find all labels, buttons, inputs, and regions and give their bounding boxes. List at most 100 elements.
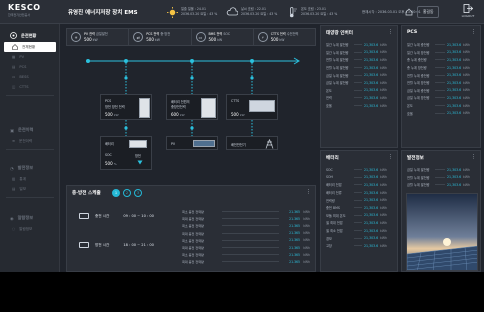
value-label: 금일 누계 충전량 — [407, 88, 430, 93]
sidebar: 운전현황 전체현황 ▦ PV ▤ PCS ▭ BESS ◫ CTTS ▣ 운전이력 ≡ 운… — [0, 24, 60, 272]
panel-title: 태양광 인버터 — [326, 31, 353, 36]
chart-icon: ◔ — [10, 165, 14, 171]
value-number: 21,303.6 — [364, 182, 379, 187]
value-unit: kWh — [380, 213, 388, 218]
sidebar-group-header[interactable]: ◉ 알람정보 — [0, 212, 60, 224]
logout-button[interactable]: LOGOUT — [459, 4, 477, 21]
schedule-tab-1[interactable]: 1 — [112, 189, 120, 197]
value-row: 총 누계 방전량 21,303.6 kWh — [407, 64, 470, 72]
bess-node[interactable]: 배터리 전원의 충방전전력 600 kW — [166, 94, 218, 120]
value-number: 21,303.6 — [364, 220, 379, 225]
schedule-tab-2[interactable]: 2 — [123, 189, 131, 197]
sidebar-group-header[interactable]: 운전현황 — [0, 30, 60, 42]
metric-title: BMS 전력 — [208, 31, 223, 36]
more-menu-icon[interactable]: ⋮ — [471, 154, 476, 160]
status-row: 최소 충전 전력량 21.365 kWh — [182, 208, 310, 215]
sidebar-item-overview[interactable]: 전체현황 — [4, 42, 56, 52]
pcs-node[interactable]: PCS 방전 방전 전력 500 kW — [100, 94, 152, 120]
value-label: SOH — [326, 175, 333, 180]
leader-line — [354, 51, 362, 53]
grid-node[interactable]: 배전반전기 — [226, 136, 278, 150]
value-unit: kWh — [380, 95, 388, 100]
value-row: 일간 누계 방전량 21,303.6 kWh — [407, 49, 470, 57]
schedule-tab-3[interactable]: 3 — [134, 189, 142, 197]
leader-line — [435, 89, 445, 91]
leader-line — [435, 59, 445, 61]
battery-node[interactable]: 배터리 SOC 방전 500 % — [100, 136, 152, 170]
leader-line — [222, 254, 279, 256]
leader-line — [222, 261, 279, 263]
value-row: 충전 BMS 21,303.6 kWh — [326, 204, 387, 212]
value-unit: kWh — [463, 175, 471, 180]
sidebar-group-alarm: ◉ 알람정보 ◌ 알람정보 — [0, 212, 60, 234]
leader-line — [435, 67, 445, 69]
leader-line — [222, 218, 279, 220]
node-label: 배터리 — [105, 142, 114, 146]
weather-temperature: 온도 흐림 : 23.01 2036.03.20 요일 : 43 % — [286, 3, 337, 21]
sidebar-item-alarm[interactable]: ◌ 알람정보 — [0, 224, 60, 234]
value-row: 고장 21,303.6 kWh — [326, 242, 387, 250]
sidebar-group-generation: ◔ 발전정보 ▥ 통계 ▤ 일보 — [0, 162, 60, 201]
cloud-icon — [226, 6, 238, 18]
dashboard-icon — [10, 32, 17, 40]
schedule-time: 09 : 00 ~ 10 : 00 — [123, 214, 154, 218]
sidebar-group-header[interactable]: ▣ 운전이력 — [0, 124, 60, 136]
value-number: 21,303.6 — [364, 167, 379, 172]
value-row: 전월 누계 발전량 21,303.6 kWh — [407, 174, 470, 182]
generation-panel: 발전정보 ⋮ 금일 누계 발전량 21,303.6 kWh 전월 누계 발전량 21,3… — [401, 150, 481, 272]
node-label: 충방전전력 — [171, 105, 186, 109]
pv-node[interactable]: PV — [166, 136, 218, 150]
more-menu-icon[interactable]: ⋮ — [388, 29, 393, 35]
logout-label: LOGOUT — [461, 14, 475, 18]
value-label: 일간 누계 발전량 — [326, 50, 349, 55]
metric-pv: ☀ PV 전력 금일발전 500 kW — [67, 29, 130, 45]
value-label: 금일 누계 발전량 — [326, 81, 349, 86]
status-value: 21.365 — [289, 216, 300, 221]
home-icon[interactable] — [405, 8, 413, 17]
value-row: 효율 21,303.6 kWh — [407, 109, 470, 117]
value-number: 21,303.6 — [447, 95, 462, 100]
sidebar-item-bess[interactable]: ▭ BESS — [0, 72, 60, 82]
value-unit: kWh — [463, 65, 471, 70]
value-label: 온도 — [326, 88, 332, 93]
sidebar-item-pv[interactable]: ▦ PV — [0, 52, 60, 62]
pv-icon: ▦ — [12, 55, 16, 59]
node-value: 500 — [231, 112, 239, 117]
switchgear-icon — [249, 100, 275, 112]
sidebar-item-pcs[interactable]: ▤ PCS — [0, 62, 60, 72]
discharge-icon — [137, 160, 143, 166]
value-number: 21,303.6 — [364, 88, 379, 93]
value-row: 일간 누계 충전량 21,303.6 kWh — [407, 41, 470, 49]
node-label: 배전반전기 — [231, 143, 246, 147]
pcs-device-icon — [139, 98, 150, 118]
value-label: 경보 — [326, 236, 332, 241]
status-unit: kWh — [303, 259, 310, 264]
status-label: 최대 충전 전력량 — [182, 246, 204, 251]
ctts-node[interactable]: CTTS 500 kW — [226, 94, 278, 120]
node-unit: kW — [179, 113, 185, 117]
more-menu-icon[interactable]: ⋮ — [306, 189, 311, 195]
leader-line — [354, 207, 362, 209]
sidebar-item-ctts[interactable]: ◫ CTTS — [0, 82, 60, 92]
sidebar-item-report[interactable]: ▤ 일보 — [0, 184, 60, 194]
logo[interactable]: KESCO 한국전기안전공사 — [8, 3, 52, 21]
sidebar-item-label: 운전이력 — [19, 138, 33, 143]
leader-line — [222, 232, 279, 234]
value-number: 21,303.6 — [364, 42, 379, 47]
sidebar-item-label: BESS — [19, 75, 29, 79]
status-value: 21.365 — [289, 223, 300, 228]
leader-line — [435, 184, 445, 186]
sidebar-item-stats[interactable]: ▥ 통계 — [0, 174, 60, 184]
value-row: 모듈 최대 온도 21,303.6 kWh — [326, 212, 387, 220]
more-menu-icon[interactable]: ⋮ — [471, 29, 476, 35]
sidebar-group-header[interactable]: ◔ 발전정보 — [0, 162, 60, 174]
sidebar-item-history[interactable]: ≡ 운전이력 — [0, 136, 60, 146]
value-unit: kWh — [380, 236, 388, 241]
more-menu-icon[interactable]: ⋮ — [388, 154, 393, 160]
value-unit: kWh — [463, 57, 471, 62]
metric-title: PCS 전력 — [146, 31, 160, 36]
status-unit: kWh — [303, 252, 310, 257]
user-name-button[interactable]: 홍길동 — [417, 6, 440, 18]
value-unit: kWh — [380, 80, 388, 85]
value-label: 배터리 전류 — [326, 191, 342, 196]
